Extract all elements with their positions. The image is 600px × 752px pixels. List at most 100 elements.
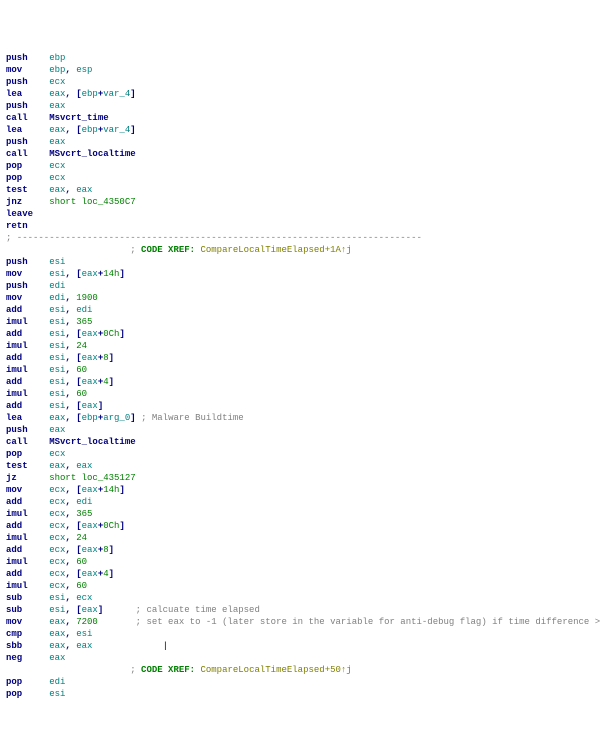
token-num: 60: [76, 389, 87, 399]
token-op: , [: [65, 545, 81, 555]
token-mn: add: [6, 401, 22, 411]
token-num: 14h: [103, 269, 119, 279]
token-reg: edi: [49, 281, 65, 291]
token-op: ,: [65, 581, 76, 591]
token-num: 7200: [76, 617, 98, 627]
token-num: 365: [76, 317, 92, 327]
token-mn: add: [6, 497, 22, 507]
token-mn: imul: [6, 389, 28, 399]
token-reg: eax: [76, 185, 92, 195]
asm-line: pop ecx: [6, 172, 594, 184]
asm-line: add esi, [eax]: [6, 400, 594, 412]
token-reg: ebp: [82, 89, 98, 99]
token-mn: push: [6, 257, 28, 267]
token-reg: ecx: [49, 533, 65, 543]
asm-line: mov ebp, esp: [6, 64, 594, 76]
asm-line: mov ecx, [eax+14h]: [6, 484, 594, 496]
asm-line: add esi, [eax+8]: [6, 352, 594, 364]
token-reg: ecx: [49, 161, 65, 171]
token-op: ,: [65, 389, 76, 399]
token-mn: push: [6, 101, 28, 111]
asm-line: add ecx, [eax+8]: [6, 544, 594, 556]
token-op: , [: [65, 401, 81, 411]
token-mn: imul: [6, 365, 28, 375]
token-num: 60: [76, 581, 87, 591]
asm-line: pop esi: [6, 688, 594, 700]
token-xref-t: CompareLocalTimeElapsed+50↑j: [200, 665, 351, 675]
token-op: ,: [65, 365, 76, 375]
asm-line: lea eax, [ebp+var_4]: [6, 88, 594, 100]
asm-line: cmp eax, esi: [6, 628, 594, 640]
asm-line: lea eax, [ebp+var_4]: [6, 124, 594, 136]
token-op: ,: [65, 317, 76, 327]
token-reg: ebp: [82, 125, 98, 135]
token-mn: lea: [6, 125, 22, 135]
token-mn: sub: [6, 605, 22, 615]
asm-line: imul esi, 24: [6, 340, 594, 352]
token-xref-kw: CODE XREF:: [141, 665, 200, 675]
asm-line: imul esi, 60: [6, 364, 594, 376]
token-mn: add: [6, 377, 22, 387]
token-mn: retn: [6, 221, 28, 231]
token-reg: eax: [82, 401, 98, 411]
token-var: var_4: [103, 89, 130, 99]
token-num: short loc_435127: [49, 473, 135, 483]
token-num: 0Ch: [103, 329, 119, 339]
token-op: ,: [65, 557, 76, 567]
token-reg: esi: [49, 689, 65, 699]
token-reg: eax: [49, 137, 65, 147]
token-fn: MSvcrt_localtime: [49, 149, 135, 159]
token-var: var_4: [103, 125, 130, 135]
token-num: 1900: [76, 293, 98, 303]
asm-line: pop ecx: [6, 448, 594, 460]
asm-line: test eax, eax: [6, 184, 594, 196]
token-reg: esi: [49, 305, 65, 315]
token-mn: imul: [6, 581, 28, 591]
token-num: 24: [76, 341, 87, 351]
asm-line: add ecx, edi: [6, 496, 594, 508]
token-mn: mov: [6, 617, 22, 627]
token-reg: ecx: [49, 173, 65, 183]
token-cm: ; calcuate time elapsed: [136, 605, 260, 615]
token-reg: eax: [49, 125, 65, 135]
token-op: , [: [65, 329, 81, 339]
token-xref-kw: CODE XREF:: [141, 245, 200, 255]
asm-line: imul esi, 365: [6, 316, 594, 328]
asm-line: leave: [6, 208, 594, 220]
asm-line: call Msvcrt_time: [6, 112, 594, 124]
asm-line: sub esi, ecx: [6, 592, 594, 604]
token-cm: ;: [130, 245, 141, 255]
token-mn: pop: [6, 677, 22, 687]
separator: ; --------------------------------------…: [6, 232, 594, 244]
token-op: , [: [65, 605, 81, 615]
token-op: ,: [65, 65, 76, 75]
asm-line: call MSvcrt_localtime: [6, 148, 594, 160]
token-var: arg_0: [103, 413, 130, 423]
asm-line: mov edi, 1900: [6, 292, 594, 304]
asm-line: add ecx, [eax+4]: [6, 568, 594, 580]
token-op: , [: [65, 377, 81, 387]
token-mn: call: [6, 113, 28, 123]
token-op: ,: [65, 617, 76, 627]
token-mn: imul: [6, 509, 28, 519]
token-reg: eax: [49, 185, 65, 195]
token-mn: imul: [6, 341, 28, 351]
token-num: 24: [76, 533, 87, 543]
asm-line: lea eax, [ebp+arg_0] ; Malware Buildtime: [6, 412, 594, 424]
token-mn: add: [6, 353, 22, 363]
token-mn: add: [6, 569, 22, 579]
token-num: 0Ch: [103, 521, 119, 531]
token-reg: eax: [82, 353, 98, 363]
asm-line: add esi, [eax+0Ch]: [6, 328, 594, 340]
asm-line: mov esi, [eax+14h]: [6, 268, 594, 280]
token-mn: call: [6, 149, 28, 159]
token-reg: esi: [49, 365, 65, 375]
token-mn: push: [6, 281, 28, 291]
token-op: ]: [119, 485, 124, 495]
token-reg: esi: [49, 377, 65, 387]
token-op: ]: [130, 413, 141, 423]
asm-line: push eax: [6, 424, 594, 436]
token-op: ]: [109, 377, 114, 387]
token-op: ]: [109, 353, 114, 363]
token-reg: eax: [49, 413, 65, 423]
